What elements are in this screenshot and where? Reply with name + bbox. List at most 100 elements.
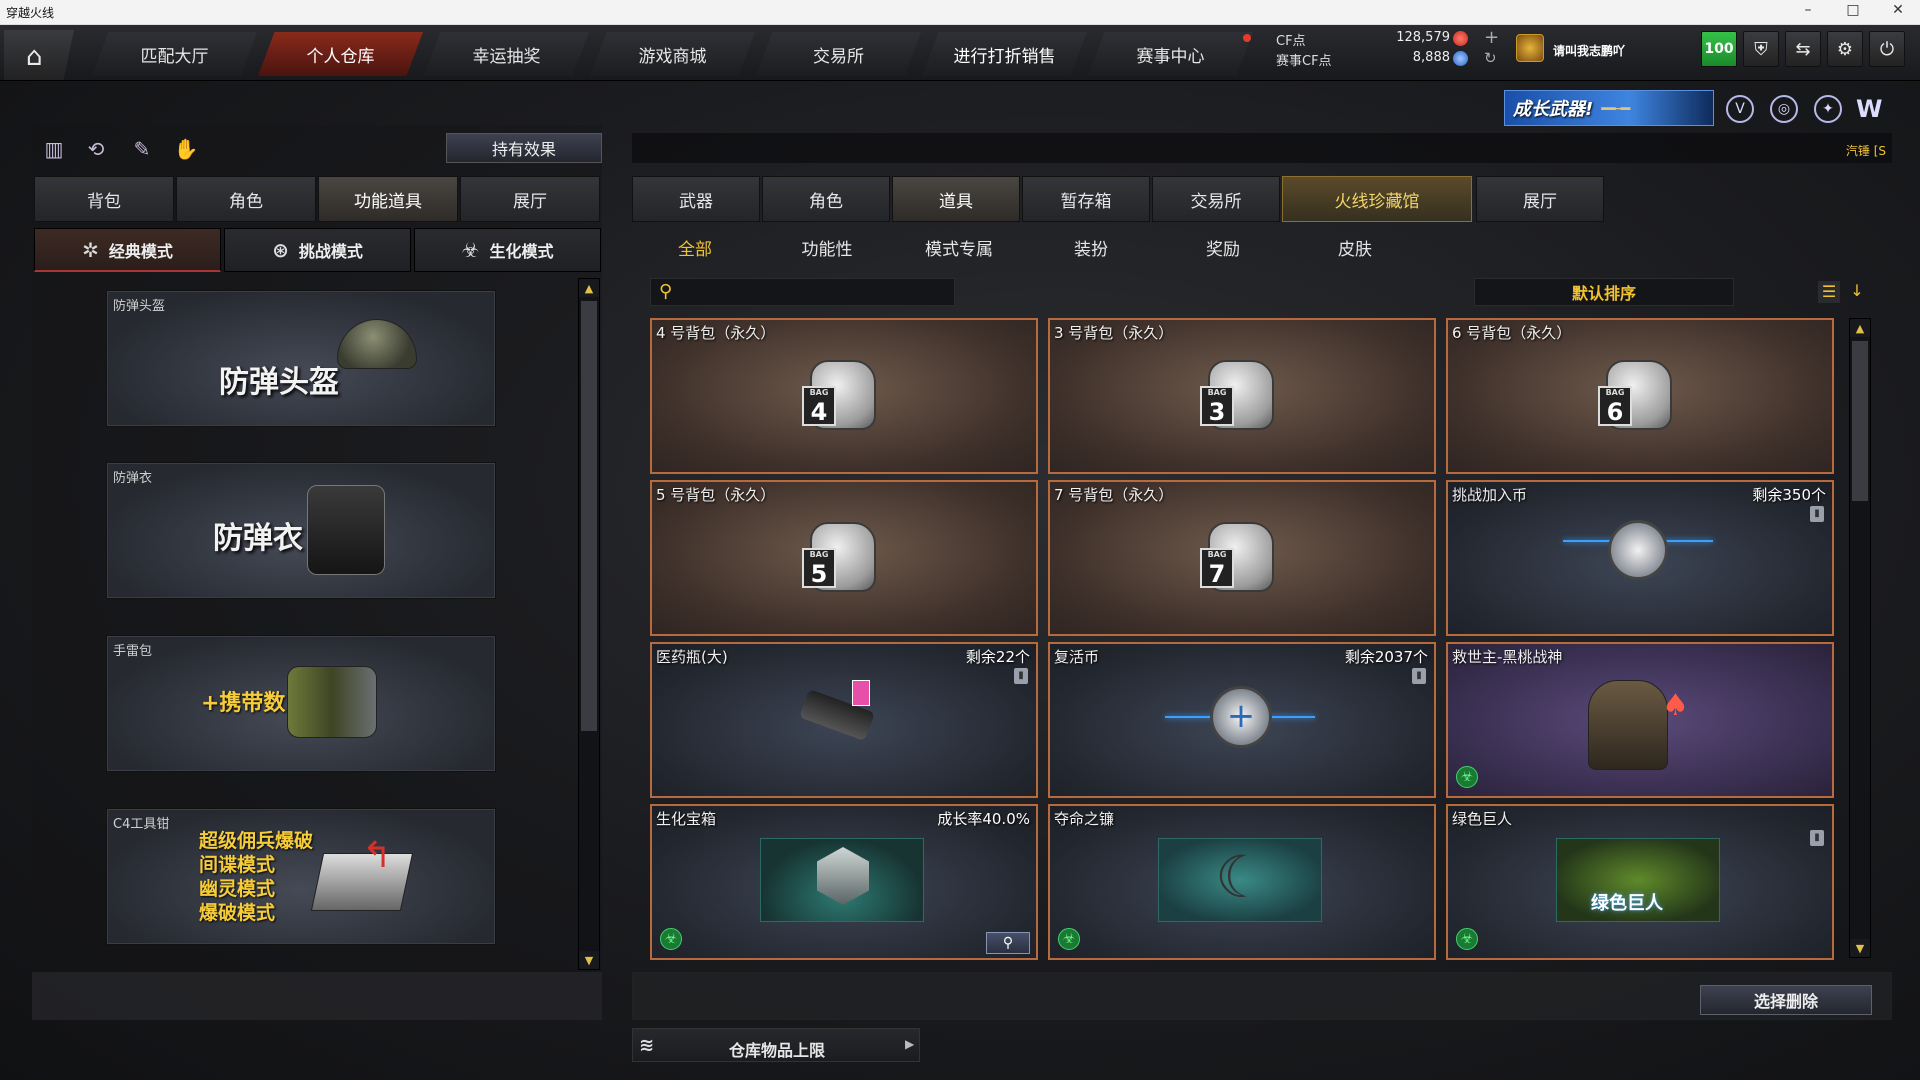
sort-dropdown[interactable]: 默认排序 — [1474, 278, 1734, 306]
right-tab-items[interactable]: 道具 — [892, 176, 1020, 222]
item-grid-scrollbar[interactable]: ▲ ▼ — [1849, 318, 1871, 958]
trash-icon[interactable]: ▮ — [1014, 668, 1028, 684]
trash-icon[interactable]: ▮ — [1810, 506, 1824, 522]
nav-tab-sale[interactable]: 进行打折销售 — [922, 32, 1087, 76]
item-card[interactable]: 3 号背包（永久） BAG 3 — [1048, 318, 1436, 474]
left-tab-functional-items[interactable]: 功能道具 — [318, 176, 458, 222]
classic-mode-icon: ✲ — [82, 237, 99, 262]
right-tab-exchange[interactable]: 交易所 — [1152, 176, 1280, 222]
subtab-mode-exclusive[interactable]: 模式专属 — [904, 234, 1014, 260]
scythe-icon: ☾ — [1215, 843, 1267, 911]
biohazard-icon: ☣ — [1058, 928, 1080, 950]
vip-w-icon[interactable]: W — [1856, 95, 1888, 123]
maximize-button[interactable]: □ — [1838, 2, 1868, 18]
left-scrollbar[interactable]: ▲ ▼ — [578, 278, 600, 970]
mode-list-line: 幽灵模式 — [199, 878, 276, 900]
item-card[interactable]: 夺命之镰 ☾ ☣ — [1048, 804, 1436, 960]
minimize-button[interactable]: – — [1793, 2, 1823, 18]
settings-gear-icon[interactable]: ⚙ — [1827, 31, 1863, 67]
slot-caption: 防弹衣 — [113, 471, 153, 486]
backpack-icon: BAG 7 — [1200, 518, 1280, 598]
scroll-down-button[interactable]: ▼ — [1850, 939, 1870, 957]
wings-icon[interactable]: ✦ — [1814, 95, 1842, 123]
search-box[interactable]: ⚲ — [650, 278, 955, 306]
scroll-up-button[interactable]: ▲ — [1850, 319, 1870, 337]
add-currency-icon[interactable]: + — [1484, 27, 1499, 48]
globe-icon[interactable]: ◎ — [1770, 95, 1798, 123]
scroll-up-button[interactable]: ▲ — [579, 279, 599, 297]
scroll-thumb[interactable] — [581, 301, 597, 731]
nav-tab-exchange[interactable]: 交易所 — [756, 32, 921, 76]
item-name: 复活币 — [1054, 648, 1100, 666]
user-name[interactable]: 请叫我志鹏吖 — [1553, 42, 1625, 59]
loadout-slot-c4-pliers[interactable]: C4工具钳 ↰ 超级佣兵爆破 间谍模式 幽灵模式 爆破模式 — [106, 808, 496, 945]
item-name: 4 号背包（永久） — [656, 324, 776, 342]
sort-direction-icon[interactable]: ↓ — [1848, 281, 1866, 303]
trash-icon[interactable]: ▮ — [1412, 668, 1426, 684]
warehouse-capacity-bar[interactable]: ≋ 仓库物品上限 ▶ — [632, 1028, 920, 1062]
item-card[interactable]: 救世主-黑桃战神 ♠ ☣ — [1446, 642, 1834, 798]
left-tab-character[interactable]: 角色 — [176, 176, 316, 222]
right-tab-temp-box[interactable]: 暂存箱 — [1022, 176, 1150, 222]
item-card[interactable]: 绿色巨人 ▮ 绿色巨人 ☣ — [1446, 804, 1834, 960]
item-card[interactable]: 医药瓶(大) 剩余22个 ▮ — [650, 642, 1038, 798]
item-card[interactable]: 生化宝箱 成长率40.0% ☣ ⚲ — [650, 804, 1038, 960]
trash-icon[interactable]: ▮ — [1810, 830, 1824, 846]
exchange-icon[interactable]: ⇆ — [1785, 31, 1821, 67]
item-card[interactable]: 5 号背包（永久） BAG 5 — [650, 480, 1038, 636]
character-portrait — [1588, 680, 1668, 770]
rank-badge-icon — [1516, 34, 1544, 62]
slot-caption: 手雷包 — [113, 644, 153, 659]
cf-label: CF点 — [1276, 34, 1306, 49]
glove-icon[interactable]: ✋ — [172, 135, 200, 163]
character-icon[interactable]: ✎ — [128, 135, 156, 163]
item-card[interactable]: 7 号背包（永久） BAG 7 — [1048, 480, 1436, 636]
scroll-down-button[interactable]: ▼ — [579, 951, 599, 969]
loadout-slot-grenade[interactable]: 手雷包 +携带数 — [106, 635, 496, 772]
right-tab-collection[interactable]: 火线珍藏馆 — [1282, 176, 1472, 222]
biohazard-icon: ☣ — [1456, 766, 1478, 788]
subtab-functional[interactable]: 功能性 — [772, 234, 882, 260]
power-icon[interactable]: ⏻ — [1869, 31, 1905, 67]
nav-tab-events[interactable]: 赛事中心 — [1088, 32, 1253, 76]
mode-tab-challenge[interactable]: ⊛ 挑战模式 — [224, 228, 411, 272]
nav-tab-match-lobby[interactable]: 匹配大厅 — [92, 32, 257, 76]
mode-tab-biochemical[interactable]: ☣ 生化模式 — [414, 228, 601, 272]
preview-magnifier-button[interactable]: ⚲ — [986, 932, 1030, 954]
nav-tab-shop[interactable]: 游戏商城 — [590, 32, 755, 76]
item-card[interactable]: 4 号背包（永久） BAG 4 — [650, 318, 1038, 474]
challenge-mode-icon: ⊛ — [272, 238, 289, 262]
owned-effects-button[interactable]: 持有效果 — [446, 133, 602, 163]
nav-tab-lottery[interactable]: 幸运抽奖 — [424, 32, 589, 76]
item-card[interactable]: 6 号背包（永久） BAG 6 — [1446, 318, 1834, 474]
history-icon[interactable]: ⟲ — [82, 135, 110, 163]
subtab-outfit[interactable]: 装扮 — [1036, 234, 1146, 260]
level-badge[interactable]: 100 — [1701, 31, 1737, 67]
search-input[interactable] — [681, 282, 949, 302]
left-tab-gallery[interactable]: 展厅 — [460, 176, 600, 222]
nav-tab-warehouse[interactable]: 个人仓库 — [258, 32, 423, 76]
mode-tab-classic[interactable]: ✲ 经典模式 — [34, 228, 221, 272]
select-delete-button[interactable]: 选择删除 — [1700, 985, 1872, 1015]
subtab-all[interactable]: 全部 — [640, 234, 750, 260]
right-tab-gallery[interactable]: 展厅 — [1476, 176, 1604, 222]
close-button[interactable]: ✕ — [1883, 2, 1913, 18]
left-tab-backpack[interactable]: 背包 — [34, 176, 174, 222]
slot-title: 防弹衣 — [213, 521, 303, 556]
scroll-thumb[interactable] — [1852, 341, 1868, 501]
shield-icon[interactable]: ⛨ — [1743, 31, 1779, 67]
item-card[interactable]: 挑战加入币 剩余350个 ▮ — [1446, 480, 1834, 636]
home-button[interactable]: ⌂ — [4, 30, 74, 80]
subtab-reward[interactable]: 奖励 — [1168, 234, 1278, 260]
list-view-icon[interactable]: ☰ — [1818, 281, 1840, 303]
item-card[interactable]: 复活币 剩余2037个 ▮ + — [1048, 642, 1436, 798]
stats-icon[interactable]: ▥ — [40, 135, 68, 163]
promo-banner[interactable]: 成长武器! ━╾━ — [1504, 90, 1714, 126]
right-tab-characters[interactable]: 角色 — [762, 176, 890, 222]
subtab-skin[interactable]: 皮肤 — [1300, 234, 1410, 260]
loadout-slot-helmet[interactable]: 防弹头盔 防弹头盔 — [106, 290, 496, 427]
refresh-icon[interactable]: ↻ — [1484, 49, 1497, 67]
emblem-v-icon[interactable]: V — [1726, 95, 1754, 123]
right-tab-weapons[interactable]: 武器 — [632, 176, 760, 222]
loadout-slot-vest[interactable]: 防弹衣 防弹衣 — [106, 462, 496, 599]
